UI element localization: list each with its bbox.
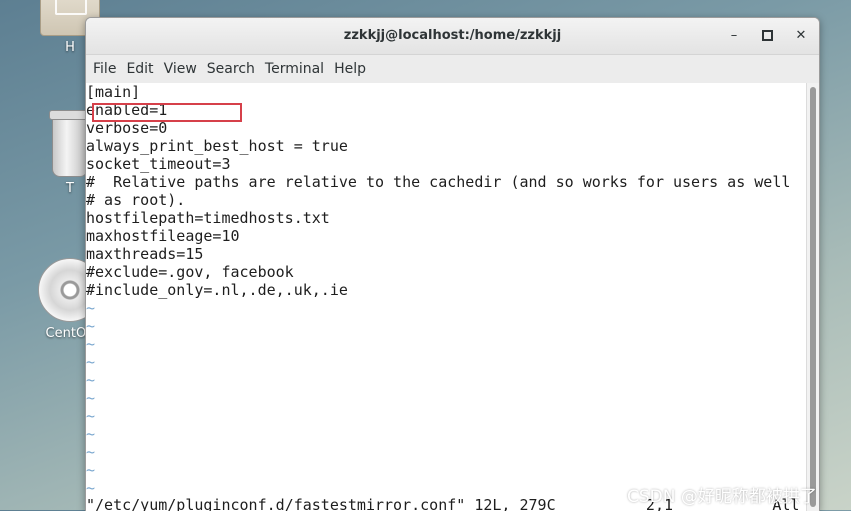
empty-line-tilde: ~: [86, 425, 96, 443]
menu-search[interactable]: Search: [202, 61, 260, 77]
empty-line-tilde: ~: [86, 317, 96, 335]
close-button[interactable]: ✕: [792, 27, 810, 45]
terminal-window: zzkkjj@localhost:/home/zzkkjj – ✕ File E…: [85, 17, 820, 511]
minimize-button[interactable]: –: [725, 27, 743, 45]
terminal-line: #include_only=.nl,.de,.uk,.ie: [86, 281, 348, 299]
terminal-scrollbar[interactable]: [806, 83, 819, 511]
empty-line-tilde: ~: [86, 299, 96, 317]
menu-view[interactable]: View: [159, 61, 202, 77]
window-title: zzkkjj@localhost:/home/zzkkjj: [343, 28, 562, 43]
empty-line-tilde: ~: [86, 371, 96, 389]
empty-line-tilde: ~: [86, 443, 96, 461]
empty-line-tilde: ~: [86, 461, 96, 479]
menu-terminal[interactable]: Terminal: [260, 61, 329, 77]
scrollbar-thumb[interactable]: [810, 87, 816, 507]
window-titlebar[interactable]: zzkkjj@localhost:/home/zzkkjj – ✕: [86, 18, 819, 55]
trash-icon: [49, 110, 93, 177]
csdn-watermark: CSDN @好昵称都被拱了: [627, 487, 817, 507]
close-icon: ✕: [795, 28, 807, 43]
terminal-line: maxthreads=15: [86, 245, 204, 263]
terminal-line: # as root).: [86, 191, 186, 209]
terminal-text-area[interactable]: [main] enabled=1 verbose=0 always_print_…: [86, 83, 807, 511]
terminal-line: maxhostfileage=10: [86, 227, 240, 245]
empty-line-tilde: ~: [86, 353, 96, 371]
maximize-button[interactable]: [758, 27, 776, 45]
menu-help[interactable]: Help: [329, 61, 371, 77]
terminal-line: #exclude=.gov, facebook: [86, 263, 294, 281]
terminal-line: hostfilepath=timedhosts.txt: [86, 209, 330, 227]
red-highlight-box: [92, 103, 242, 122]
empty-line-tilde: ~: [86, 335, 96, 353]
terminal-line: [main]: [86, 83, 141, 101]
minimize-icon: –: [730, 28, 738, 43]
empty-line-tilde: ~: [86, 407, 96, 425]
menu-file[interactable]: File: [88, 61, 121, 77]
menubar: File Edit View Search Terminal Help: [86, 55, 819, 84]
maximize-icon: [761, 30, 773, 41]
terminal-line: # Relative paths are relative to the cac…: [86, 173, 791, 191]
menu-edit[interactable]: Edit: [121, 61, 158, 77]
terminal-line: always_print_best_host = true: [86, 137, 348, 155]
empty-line-tilde: ~: [86, 389, 96, 407]
terminal-line: socket_timeout=3: [86, 155, 231, 173]
